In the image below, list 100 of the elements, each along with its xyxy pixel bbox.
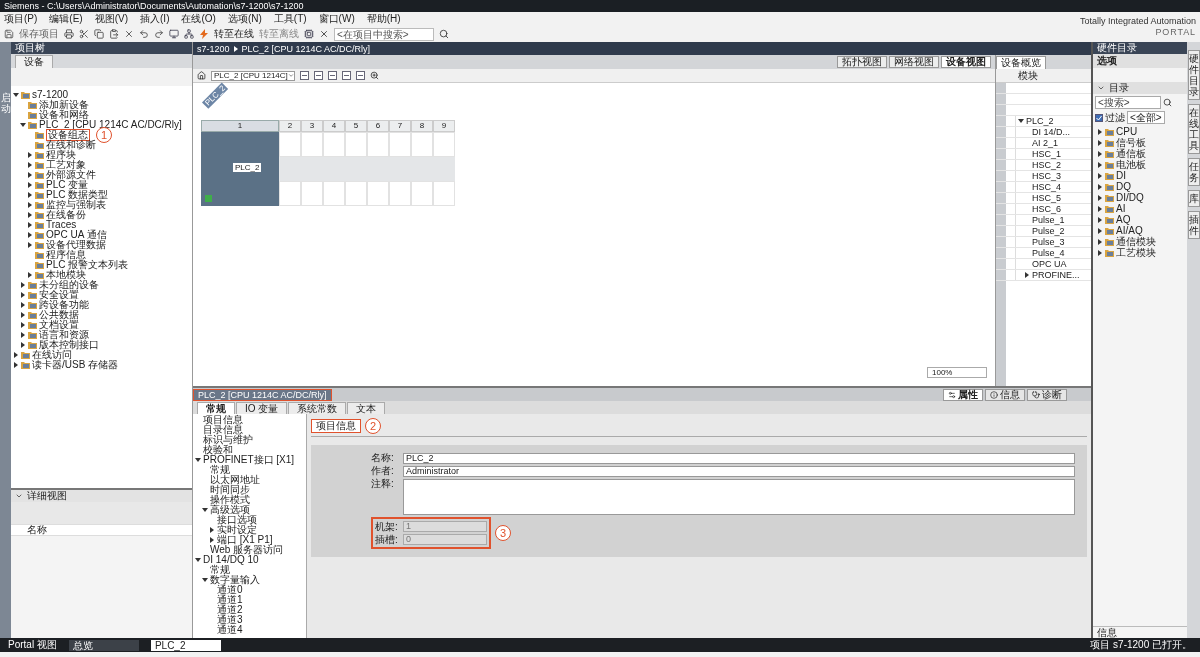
module-name[interactable]: HSC_2 [1032, 160, 1061, 170]
collapsed-triangle-icon[interactable] [27, 182, 33, 188]
toolbar-icon[interactable] [124, 29, 134, 39]
module-name[interactable]: DI 14/D... [1032, 127, 1070, 137]
menu-item[interactable]: 在线(O) [181, 14, 216, 24]
filter-dropdown[interactable]: <全部> [1127, 111, 1165, 124]
module-name[interactable]: Pulse_4 [1032, 248, 1065, 258]
tab[interactable]: 设备 [15, 55, 53, 68]
view-tab[interactable]: 拓扑视图 [837, 56, 887, 68]
collapsed-triangle-icon[interactable] [209, 537, 215, 543]
collapsed-triangle-icon[interactable] [27, 152, 33, 158]
inspector-tab[interactable]: 系统常数 [288, 402, 347, 414]
lightning-icon[interactable] [199, 29, 209, 39]
collapsed-triangle-icon[interactable] [13, 362, 19, 368]
tree-item[interactable]: 实时设定 [217, 525, 257, 535]
tree-item[interactable]: 目录信息 [203, 425, 243, 435]
taskbar-item[interactable]: 总览 [68, 639, 139, 651]
tree-item[interactable]: Web 服务器访问 [210, 545, 284, 555]
toolbar-icon[interactable] [342, 71, 351, 80]
collapsed-triangle-icon[interactable] [13, 352, 19, 358]
tree-item[interactable]: 操作模式 [210, 495, 250, 505]
tree-item[interactable]: 常规 [210, 465, 230, 475]
tree-item[interactable]: 时间同步 [210, 485, 250, 495]
menu-item[interactable]: 选项(N) [227, 14, 262, 24]
collapsed-triangle-icon[interactable] [1024, 272, 1030, 278]
cpu-module[interactable]: PLC_2 [201, 132, 279, 206]
module-name[interactable]: Pulse_2 [1032, 226, 1065, 236]
collapsed-triangle-icon[interactable] [27, 202, 33, 208]
menu-item[interactable]: 帮助(H) [366, 14, 401, 24]
toolbar-icon[interactable] [139, 29, 149, 39]
expanded-triangle-icon[interactable] [195, 557, 201, 563]
toolbar-icon[interactable] [300, 71, 309, 80]
collapsed-triangle-icon[interactable] [20, 292, 26, 298]
zoom-icon[interactable] [370, 71, 379, 80]
toolbar-icon[interactable] [109, 29, 119, 39]
tree-item[interactable]: PLC 变量 [46, 180, 89, 190]
save-project-button[interactable]: 保存项目 [19, 29, 59, 39]
collapsed-triangle-icon[interactable] [20, 302, 26, 308]
device-dropdown[interactable]: PLC_2 [CPU 1214C] [211, 70, 295, 81]
breadcrumb-item[interactable]: s7-1200 [197, 43, 230, 54]
tree-item[interactable]: 端口 [X1 P1] [217, 535, 273, 545]
tree-item[interactable]: Traces [46, 220, 77, 230]
collapsed-triangle-icon[interactable] [27, 212, 33, 218]
catalog-item[interactable]: DI [1116, 170, 1126, 181]
tree-item[interactable]: 通道2 [217, 605, 243, 615]
module-name[interactable]: AI 2_1 [1032, 138, 1059, 148]
inspector-tab[interactable]: 文本 [347, 402, 386, 414]
module-name[interactable]: HSC_1 [1032, 149, 1061, 159]
catalog-item[interactable]: 通信板 [1116, 148, 1146, 159]
tree-item[interactable]: 跨设备功能 [39, 300, 89, 310]
catalog-item[interactable]: 工艺模块 [1116, 247, 1156, 258]
input-field[interactable]: Administrator [403, 466, 1075, 477]
tree-item[interactable]: s7-1200 [32, 90, 69, 100]
tree-item[interactable]: 读卡器/USB 存储器 [32, 360, 119, 370]
view-tab[interactable]: 设备视图 [941, 56, 991, 68]
chevron-icon[interactable] [1097, 84, 1105, 92]
collapsed-triangle-icon[interactable] [27, 192, 33, 198]
menu-item[interactable]: 视图(V) [94, 14, 129, 24]
tree-item[interactable]: 校验和 [203, 445, 233, 455]
panel-tab[interactable]: 信息 [985, 388, 1025, 401]
module-name[interactable]: OPC UA [1032, 259, 1067, 269]
tree-item[interactable]: DI 14/DQ 10 [203, 555, 259, 565]
toolbar-icon[interactable] [328, 71, 337, 80]
tree-item[interactable]: 监控与强制表 [46, 200, 106, 210]
toolbar-icon[interactable] [79, 29, 89, 39]
tree-item[interactable]: 通道1 [217, 595, 243, 605]
cpu-label[interactable]: PLC_2 [233, 163, 262, 172]
tree-item[interactable]: 添加新设备 [39, 100, 89, 110]
tree-item[interactable]: 语言和资源 [39, 330, 89, 340]
comment-field[interactable] [403, 479, 1075, 515]
toolbar-icon[interactable] [356, 71, 365, 80]
tree-item[interactable]: 程序信息 [46, 250, 86, 260]
filter-checkbox[interactable] [1095, 113, 1103, 122]
tree-item[interactable]: 高级选项 [210, 505, 250, 515]
tree-item[interactable]: 版本控制接口 [39, 340, 99, 350]
close-icon[interactable] [319, 29, 329, 39]
toolbar-icon[interactable] [64, 29, 74, 39]
module-name[interactable]: HSC_3 [1032, 171, 1061, 181]
tree-item[interactable]: 设备和网络 [39, 110, 89, 120]
catalog-item[interactable]: AI/AQ [1116, 225, 1143, 236]
module-name[interactable]: HSC_4 [1032, 182, 1061, 192]
menu-item[interactable]: 项目(P) [4, 14, 38, 24]
catalog-search-field[interactable]: <搜索> [1095, 96, 1161, 109]
inspector-tab[interactable]: IO 变量 [236, 402, 288, 414]
catalog-item[interactable]: 信号板 [1116, 137, 1146, 148]
tree-item[interactable]: 未分组的设备 [39, 280, 99, 290]
toolbar-icon[interactable] [154, 29, 164, 39]
catalog-item[interactable]: 通信模块 [1116, 236, 1156, 247]
tree-item[interactable]: PLC 数据类型 [46, 190, 109, 200]
tree-item[interactable]: 安全设置 [39, 290, 79, 300]
view-tab[interactable]: 网络视图 [889, 56, 939, 68]
catalog-item[interactable]: AI [1116, 203, 1126, 214]
collapsed-triangle-icon[interactable] [20, 322, 26, 328]
toolbar-icon[interactable] [314, 71, 323, 80]
module-name[interactable]: PLC_2 [1026, 116, 1054, 126]
collapsed-triangle-icon[interactable] [27, 222, 33, 228]
section-tab[interactable]: 项目信息 [311, 419, 361, 433]
breadcrumb-item[interactable]: PLC_2 [CPU 1214C AC/DC/Rly] [241, 43, 371, 54]
side-strip-label[interactable]: 启动 [0, 92, 11, 114]
side-strip[interactable]: 启动 [0, 42, 11, 638]
